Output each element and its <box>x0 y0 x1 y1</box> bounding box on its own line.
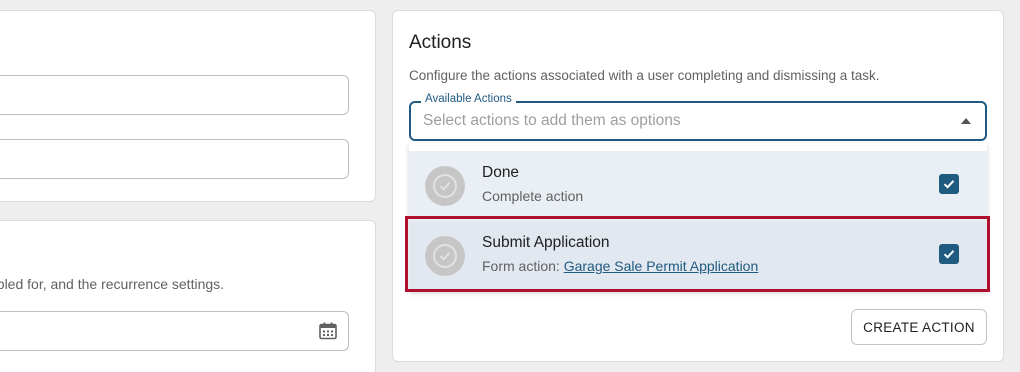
checkbox-checked-icon[interactable] <box>939 244 959 264</box>
date-field[interactable] <box>0 311 349 351</box>
actions-card: Actions Configure the actions associated… <box>392 10 1004 362</box>
available-actions-label: Available Actions <box>421 93 516 105</box>
text-field-1[interactable] <box>0 75 349 115</box>
text-field-2[interactable] <box>0 139 349 179</box>
available-actions-placeholder: Select actions to add them as options <box>423 112 681 129</box>
option-subtitle: Form action: Garage Sale Permit Applicat… <box>482 258 758 274</box>
option-done[interactable]: Done Complete action <box>409 151 987 221</box>
check-circle-icon <box>425 236 465 276</box>
option-submit-application[interactable]: Submit Application Form action: Garage S… <box>409 221 987 291</box>
option-title: Submit Application <box>482 234 610 251</box>
option-subtitle: Complete action <box>482 188 584 204</box>
option-title: Done <box>482 164 520 181</box>
details-card <box>0 10 376 202</box>
actions-option-list: Done Complete action Submit Application … <box>409 143 987 291</box>
form-link[interactable]: Garage Sale Permit Application <box>564 258 759 274</box>
dropdown-arrow-icon[interactable] <box>961 118 971 124</box>
actions-description: Configure the actions associated with a … <box>409 68 880 83</box>
recurrence-description: abled for, and the recurrence settings. <box>0 276 225 292</box>
checkbox-checked-icon[interactable] <box>939 174 959 194</box>
option-subtitle-prefix: Form action: <box>482 258 564 274</box>
calendar-icon[interactable] <box>318 321 338 341</box>
check-circle-icon <box>425 166 465 206</box>
create-action-button[interactable]: CREATE ACTION <box>851 309 987 345</box>
available-actions-select[interactable]: Available Actions Select actions to add … <box>409 93 987 141</box>
recurrence-card: abled for, and the recurrence settings. <box>0 220 376 372</box>
actions-title: Actions <box>409 32 472 53</box>
